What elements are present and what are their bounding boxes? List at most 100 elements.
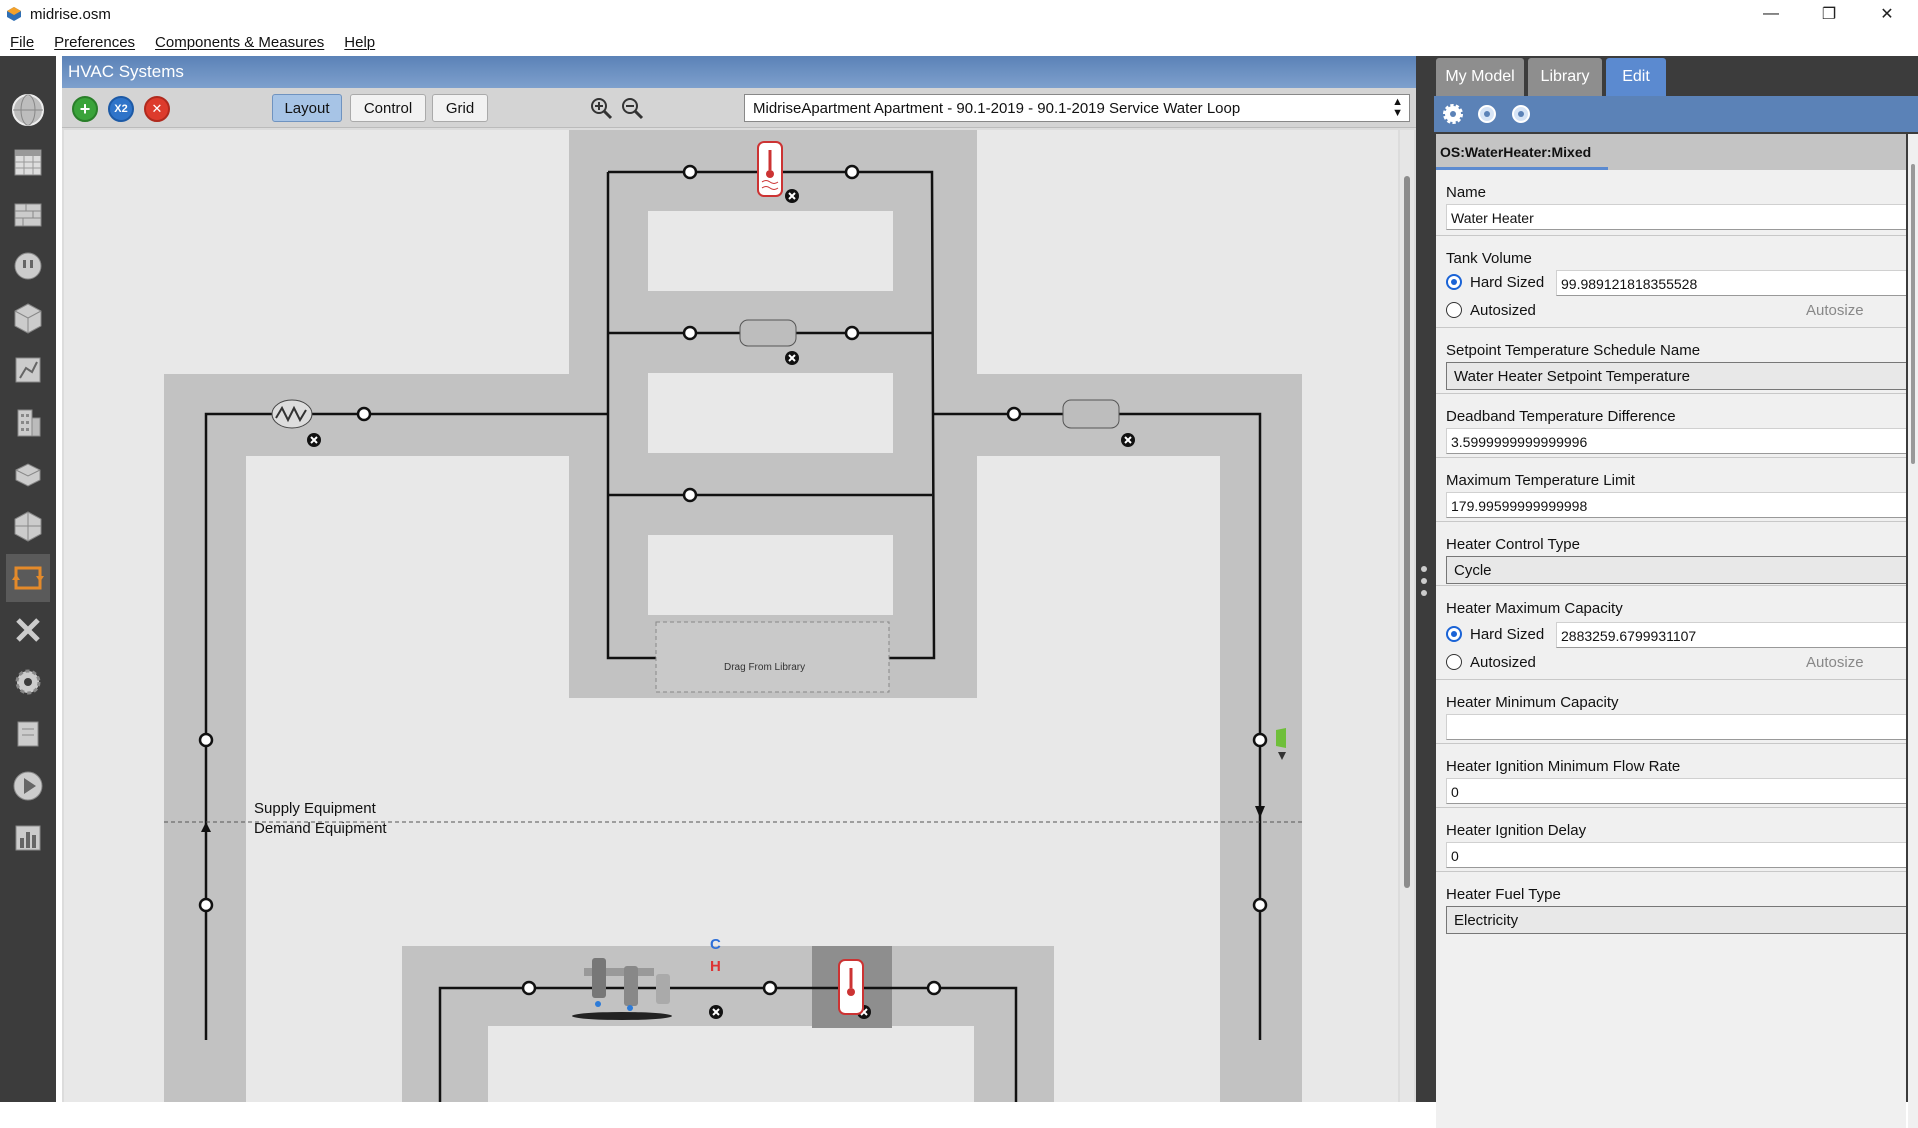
max-capacity-label: Heater Maximum Capacity — [1446, 600, 1623, 617]
min-capacity-input[interactable] — [1446, 714, 1906, 740]
hvac-toolbar: + X2 ✕ Layout Control Grid MidriseApartm… — [62, 88, 1416, 128]
nav-output-variables-button[interactable] — [6, 606, 50, 654]
max-capacity-hard-sized-label: Hard Sized — [1470, 626, 1545, 643]
cold-water-label: C — [710, 936, 721, 953]
nav-spaces-button[interactable] — [6, 450, 50, 498]
tank-volume-autosized-label: Autosized — [1470, 302, 1536, 319]
deadband-input[interactable]: 3.5999999999999996 — [1446, 428, 1906, 454]
inspector-scroll-thumb[interactable] — [1911, 164, 1915, 464]
add-gear-icon[interactable] — [1472, 100, 1502, 128]
tab-library[interactable]: Library — [1528, 58, 1602, 96]
nav-space-types-button[interactable] — [6, 294, 50, 342]
setpoint-schedule-dropdown[interactable]: Water Heater Setpoint Temperature — [1446, 362, 1906, 390]
max-capacity-input[interactable]: 2883259.6799931107 — [1556, 622, 1906, 648]
tank-volume-autosize-button[interactable]: Autosize — [1806, 302, 1864, 319]
demand-equipment-label: Demand Equipment — [254, 820, 387, 837]
nav-measures-button[interactable] — [6, 710, 50, 758]
play-icon — [13, 771, 43, 801]
fuel-type-dropdown[interactable]: Electricity — [1446, 906, 1906, 934]
nav-site-button[interactable] — [6, 86, 50, 134]
maximize-button[interactable]: ❐ — [1800, 0, 1858, 28]
add-loop-button[interactable]: + — [72, 96, 98, 122]
grid-tab-button[interactable]: Grid — [432, 94, 488, 122]
scroll-icon — [17, 721, 39, 747]
deadband-label: Deadband Temperature Difference — [1446, 408, 1676, 425]
box-icon — [15, 463, 41, 487]
max-capacity-hard-sized-radio[interactable] — [1446, 626, 1462, 642]
pump-icon — [271, 399, 313, 429]
nav-results-button[interactable] — [6, 814, 50, 862]
nav-run-simulation-button[interactable] — [6, 762, 50, 810]
ignition-delay-input[interactable]: 0 — [1446, 842, 1906, 868]
nav-hvac-systems-button[interactable] — [6, 554, 50, 602]
menu-file[interactable]: File — [10, 34, 34, 51]
nav-schedules-button[interactable] — [6, 138, 50, 186]
supply-equipment-label: Supply Equipment — [254, 800, 376, 817]
menu-help[interactable]: Help — [344, 34, 375, 51]
tank-volume-hard-sized-label: Hard Sized — [1470, 274, 1545, 291]
title-bar: midrise.osm — ❐ ✕ — [0, 0, 1918, 28]
panel-splitter[interactable] — [1416, 56, 1434, 1102]
hvac-systems-panel: HVAC Systems + X2 ✕ Layout Control Grid … — [62, 56, 1416, 1102]
field-tank-volume: Tank Volume Hard Sized 99.98912181835552… — [1436, 236, 1906, 328]
ignition-delay-label: Heater Ignition Delay — [1446, 822, 1587, 839]
field-ignition-delay: Heater Ignition Delay 0 — [1436, 808, 1906, 872]
nav-simulation-settings-button[interactable] — [6, 658, 50, 706]
loop-selector-dropdown[interactable]: MidriseApartment Apartment - 90.1-2019 -… — [744, 94, 1410, 122]
inspector-toolbar — [1434, 96, 1918, 132]
max-capacity-autosized-radio[interactable] — [1446, 654, 1462, 670]
water-heater-icon — [757, 141, 783, 197]
nav-loads-button[interactable] — [6, 242, 50, 290]
zoom-out-icon[interactable] — [620, 96, 644, 120]
inspector-scrollbar[interactable] — [1908, 134, 1918, 1128]
tab-edit[interactable]: Edit — [1606, 58, 1666, 96]
nav-thermal-zones-button[interactable] — [6, 502, 50, 550]
minimize-button[interactable]: — — [1742, 0, 1800, 28]
tank-volume-input[interactable]: 99.989121818355528 — [1556, 270, 1906, 296]
nav-geometry-button[interactable] — [6, 346, 50, 394]
canvas-vertical-scrollbar[interactable] — [1400, 130, 1414, 1102]
nav-facility-button[interactable] — [6, 398, 50, 446]
remove-gear-icon[interactable] — [1506, 100, 1536, 128]
copy-loop-button[interactable]: X2 — [108, 96, 134, 122]
drag-from-library-drop-zone[interactable]: Drag From Library — [724, 662, 805, 673]
fuel-type-label: Heater Fuel Type — [1446, 886, 1561, 903]
max-capacity-autosized-label: Autosized — [1470, 654, 1536, 671]
scroll-thumb[interactable] — [1404, 176, 1410, 888]
tank-volume-hard-sized-radio[interactable] — [1446, 274, 1462, 290]
control-type-dropdown[interactable]: Cycle — [1446, 556, 1906, 584]
max-capacity-autosize-button[interactable]: Autosize — [1806, 654, 1864, 671]
hvac-panel-header: HVAC Systems — [62, 56, 1416, 88]
control-tab-button[interactable]: Control — [350, 94, 426, 122]
delete-loop-button[interactable]: ✕ — [144, 96, 170, 122]
menu-components-measures[interactable]: Components & Measures — [155, 34, 324, 51]
field-setpoint-schedule: Setpoint Temperature Schedule Name Water… — [1436, 328, 1906, 394]
left-navigation-bar — [0, 56, 56, 1102]
nav-constructions-button[interactable] — [6, 190, 50, 238]
loop-selector-value: MidriseApartment Apartment - 90.1-2019 -… — [753, 100, 1241, 117]
globe-icon — [12, 94, 44, 126]
setpoint-schedule-label: Setpoint Temperature Schedule Name — [1446, 342, 1701, 359]
loop-diagram — [164, 130, 1302, 1102]
tank-volume-autosized-radio[interactable] — [1446, 302, 1462, 318]
field-max-capacity: Heater Maximum Capacity Hard Sized 28832… — [1436, 586, 1906, 680]
ignition-flow-input[interactable]: 0 — [1446, 778, 1906, 804]
splitter-grip-icon — [1421, 566, 1429, 602]
hvac-loop-canvas[interactable]: Drag From Library Supply Equipment Deman… — [64, 130, 1398, 1102]
field-fuel-type: Heater Fuel Type Electricity — [1436, 872, 1906, 942]
name-input[interactable]: Water Heater — [1446, 204, 1906, 230]
max-temp-input[interactable]: 179.99599999999998 — [1446, 492, 1906, 518]
menu-preferences[interactable]: Preferences — [54, 34, 135, 51]
settings-gear-icon[interactable] — [1438, 100, 1468, 128]
bricks-icon — [14, 203, 42, 227]
building-icon — [17, 409, 41, 437]
control-type-label: Heater Control Type — [1446, 536, 1580, 553]
plug-icon — [14, 252, 42, 280]
hot-water-label: H — [710, 958, 721, 975]
tab-my-model[interactable]: My Model — [1436, 58, 1524, 96]
gear-icon — [15, 669, 41, 695]
close-window-button[interactable]: ✕ — [1858, 0, 1916, 28]
layout-tab-button[interactable]: Layout — [272, 94, 342, 122]
field-control-type: Heater Control Type Cycle — [1436, 522, 1906, 586]
zoom-in-icon[interactable] — [589, 96, 613, 120]
